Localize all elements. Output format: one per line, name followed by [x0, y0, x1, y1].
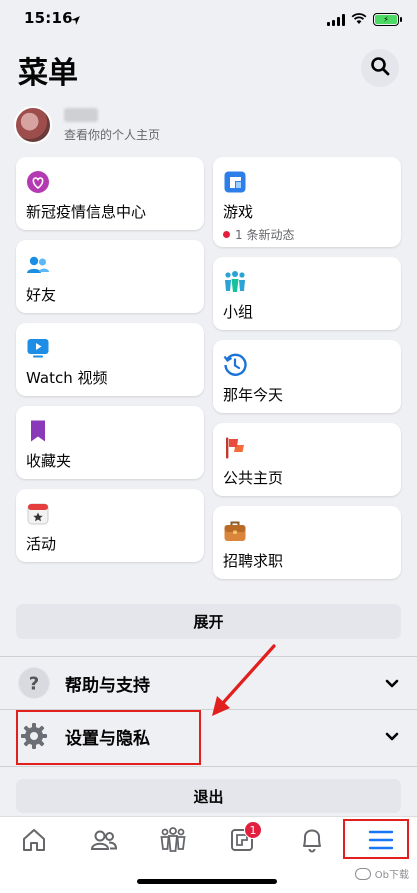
- page-title: 菜单: [18, 56, 78, 91]
- shortcut-pages[interactable]: 公共主页: [213, 423, 401, 496]
- search-icon: [370, 56, 390, 80]
- shortcut-gaming[interactable]: 游戏 1 条新动态: [213, 157, 401, 247]
- shortcut-label: 收藏夹: [26, 452, 72, 470]
- notification-badge: 1: [244, 821, 262, 839]
- shortcut-groups[interactable]: 小组: [213, 257, 401, 330]
- groups-icon: [223, 270, 247, 294]
- shortcut-label: 小组: [223, 303, 254, 321]
- shortcut-label: 活动: [26, 535, 57, 553]
- shortcut-label: 新冠疫情信息中心: [26, 203, 147, 221]
- help-question-icon: ?: [18, 667, 50, 699]
- expand-button[interactable]: 展开: [16, 604, 401, 639]
- home-icon: [21, 827, 47, 857]
- friends-icon: [26, 253, 50, 277]
- help-support-label: 帮助与支持: [65, 675, 150, 696]
- profile-row[interactable]: 查看你的个人主页: [14, 103, 394, 147]
- gaming-icon: [223, 170, 247, 194]
- wifi-icon: [351, 10, 367, 29]
- notifications-bell-icon: [300, 827, 324, 857]
- shortcut-saved[interactable]: 收藏夹: [16, 406, 204, 479]
- shortcut-label: 好友: [26, 286, 57, 304]
- calendar-star-icon: [26, 502, 50, 526]
- annotation-highlight-box: [16, 710, 201, 765]
- briefcase-icon: [223, 519, 247, 543]
- watch-video-icon: [26, 336, 50, 360]
- shortcut-friends[interactable]: 好友: [16, 240, 204, 313]
- groups-tab-icon: [159, 827, 187, 857]
- shortcut-label: 公共主页: [223, 469, 284, 487]
- chevron-down-icon[interactable]: [385, 727, 399, 746]
- shortcut-label: 招聘求职: [223, 552, 284, 570]
- watermark-logo-icon: [354, 867, 371, 880]
- shortcut-memories[interactable]: 那年今天: [213, 340, 401, 413]
- shortcut-sub-label: 1 条新动态: [235, 228, 295, 242]
- watermark: Ob下载: [354, 866, 409, 881]
- status-indicators: ⚡: [327, 10, 402, 29]
- shortcut-watch[interactable]: Watch 视频: [16, 323, 204, 396]
- bookmark-icon: [26, 419, 50, 443]
- covid-info-heart-icon: [26, 170, 50, 194]
- tab-friends[interactable]: [84, 825, 124, 859]
- shortcut-label: 游戏: [223, 203, 254, 221]
- logout-button[interactable]: 退出: [16, 779, 401, 813]
- friends-tab-icon: [90, 827, 118, 857]
- shortcut-notification: 1 条新动态: [223, 226, 391, 243]
- shortcut-jobs[interactable]: 招聘求职: [213, 506, 401, 579]
- location-arrow-icon: [70, 11, 81, 30]
- status-time: 15:16: [24, 9, 73, 27]
- shortcut-covid-info[interactable]: 新冠疫情信息中心: [16, 157, 204, 230]
- avatar[interactable]: [14, 106, 52, 144]
- battery-charging-icon: ⚡: [373, 13, 402, 26]
- shortcuts-right-column: 游戏 1 条新动态 小组 那年今天 公共主页 招聘求职: [213, 157, 401, 579]
- profile-name-redacted: [64, 107, 98, 122]
- shortcuts-left-column: 新冠疫情信息中心 好友 Watch 视频 收藏夹 活动: [16, 157, 204, 562]
- watermark-text: Ob下载: [374, 870, 409, 881]
- annotation-highlight-box: [343, 819, 409, 859]
- shortcut-label: 那年今天: [223, 386, 284, 404]
- profile-subtitle: 查看你的个人主页: [64, 127, 161, 142]
- tab-notifications[interactable]: [292, 825, 332, 859]
- memories-clock-icon: [223, 353, 247, 377]
- status-bar: 15:16 ⚡: [0, 0, 417, 40]
- tab-pages[interactable]: 1: [222, 821, 262, 859]
- shortcut-label: Watch 视频: [26, 369, 108, 387]
- search-button[interactable]: [361, 49, 399, 87]
- tab-home[interactable]: [14, 825, 54, 859]
- chevron-down-icon[interactable]: [385, 674, 399, 693]
- cellular-signal-icon: [327, 13, 345, 26]
- unread-dot-icon: [223, 231, 230, 238]
- annotation-arrow-icon: [212, 644, 276, 716]
- home-indicator: [137, 879, 277, 884]
- svg-text:?: ?: [29, 674, 39, 695]
- flag-icon: [223, 436, 247, 460]
- divider: [0, 766, 417, 767]
- tab-groups[interactable]: [153, 825, 193, 859]
- shortcut-events[interactable]: 活动: [16, 489, 204, 562]
